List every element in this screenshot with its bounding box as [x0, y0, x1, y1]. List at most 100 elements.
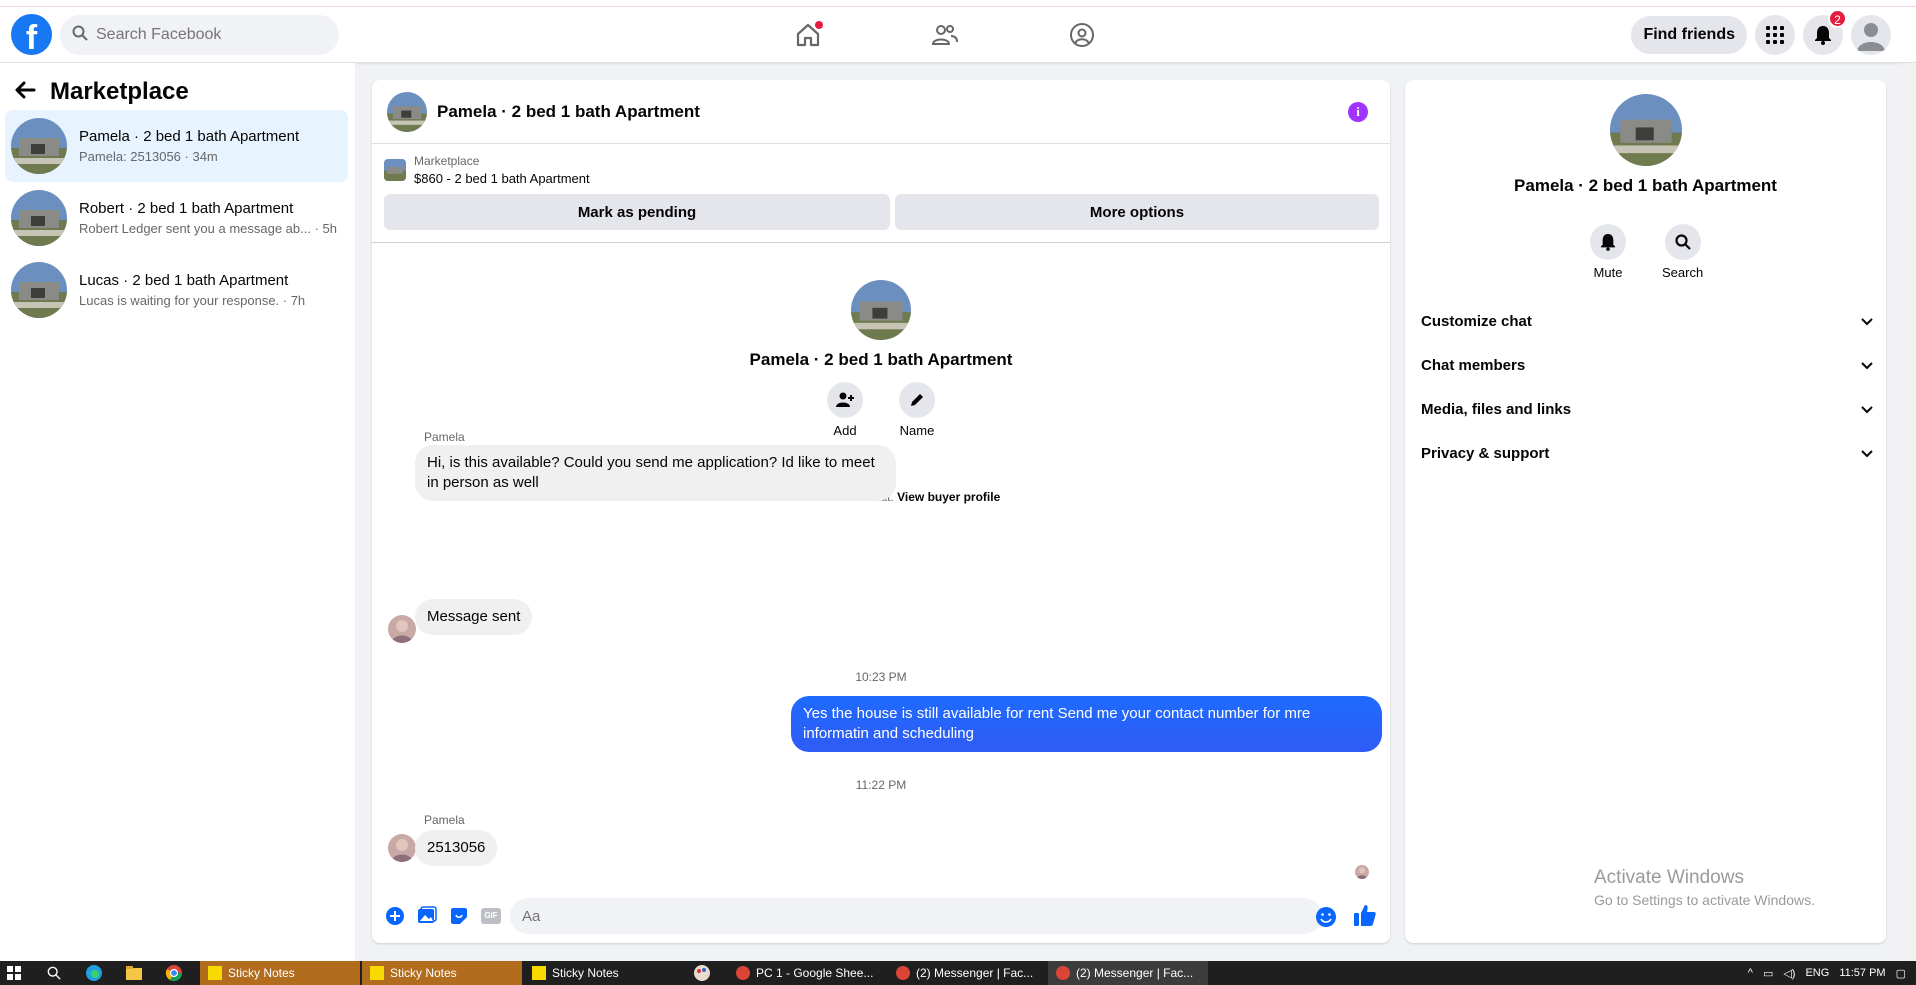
taskbar-app[interactable]: Sticky Notes	[524, 961, 684, 985]
incoming-message[interactable]: Message sent	[415, 599, 533, 635]
network-icon[interactable]: ▭	[1763, 967, 1773, 980]
top-navigation: f Find friends 2	[0, 7, 1916, 63]
notification-center-icon[interactable]: ▢	[1896, 967, 1906, 980]
intro-actions: Add Name	[372, 382, 1390, 438]
info-actions: Mute Search	[1590, 224, 1703, 280]
search-icon	[72, 25, 88, 46]
taskbar-app[interactable]: Sticky Notes	[200, 961, 360, 985]
name-label: Name	[899, 423, 935, 438]
paint-app-icon[interactable]	[688, 961, 716, 985]
listing-thumbnail	[11, 262, 67, 318]
message-timestamp: 11:22 PM	[855, 778, 907, 792]
page-scrollbar[interactable]	[1902, 63, 1916, 961]
home-icon[interactable]	[790, 19, 826, 51]
chat-thumbnail[interactable]	[387, 91, 427, 132]
emoji-icon[interactable]	[1315, 906, 1337, 933]
taskbar-app-label: (2) Messenger | Fac...	[1076, 966, 1194, 980]
taskbar-app[interactable]: Sticky Notes	[362, 961, 522, 985]
taskbar-app-label: PC 1 - Google Shee...	[756, 966, 874, 980]
chat-panel: Pamela · 2 bed 1 bath Apartment i Market…	[372, 80, 1390, 943]
sticky-notes-icon	[370, 966, 384, 980]
more-options-button[interactable]: More options	[895, 194, 1379, 230]
incoming-message[interactable]: Hi, is this available? Could you send me…	[415, 445, 896, 501]
gif-icon[interactable]: GIF	[476, 901, 506, 931]
chrome-icon	[736, 966, 750, 980]
message-sender-name: Pamela	[424, 813, 465, 827]
profile-avatar[interactable]	[1851, 15, 1891, 55]
sender-avatar[interactable]	[388, 615, 416, 643]
chrome-icon	[1056, 966, 1070, 980]
section-label: Chat members	[1421, 356, 1526, 374]
groups-icon[interactable]	[1064, 19, 1100, 51]
marketplace-sidebar: Marketplace Pamela · 2 bed 1 bath Apartm…	[0, 63, 355, 961]
conversation-title: Pamela · 2 bed 1 bath Apartment	[79, 128, 300, 145]
pencil-icon	[899, 382, 935, 418]
file-explorer-icon[interactable]	[120, 961, 148, 985]
facebook-logo-icon[interactable]: f	[11, 14, 52, 55]
taskbar-app[interactable]: PC 1 - Google Shee...	[728, 961, 888, 985]
privacy-support-section[interactable]: Privacy & support	[1421, 433, 1873, 473]
back-arrow-icon[interactable]	[14, 81, 36, 104]
outgoing-message[interactable]: Yes the house is still available for ren…	[791, 696, 1382, 752]
message-input[interactable]	[510, 898, 1322, 934]
mark-as-pending-button[interactable]: Mark as pending	[384, 194, 890, 230]
chevron-down-icon	[1861, 357, 1873, 374]
section-label: Privacy & support	[1421, 444, 1550, 462]
listing-thumbnail	[11, 118, 67, 174]
chat-intro: Pamela · 2 bed 1 bath Apartment Add Name	[372, 280, 1390, 438]
add-people-button[interactable]: Add	[827, 382, 863, 438]
listing-thumbnail	[11, 190, 67, 246]
media-files-links-section[interactable]: Media, files and links	[1421, 389, 1873, 429]
taskbar-app-label: (2) Messenger | Fac...	[916, 966, 1034, 980]
language-indicator[interactable]: ENG	[1805, 967, 1829, 979]
search-box[interactable]	[60, 15, 339, 55]
chevron-up-icon[interactable]: ^	[1748, 967, 1753, 979]
marketplace-label: Marketplace	[414, 154, 480, 168]
chat-title[interactable]: Pamela · 2 bed 1 bath Apartment	[437, 102, 700, 122]
conversation-item[interactable]: Pamela · 2 bed 1 bath Apartment Pamela: …	[5, 110, 348, 182]
chat-members-section[interactable]: Chat members	[1421, 345, 1873, 385]
message-timestamp: 10:23 PM	[855, 670, 907, 684]
search-input[interactable]	[96, 26, 316, 44]
chrome-icon[interactable]	[160, 961, 188, 985]
info-thumbnail	[1610, 94, 1682, 166]
taskbar-app-label: Sticky Notes	[390, 966, 457, 980]
mute-button[interactable]: Mute	[1590, 224, 1626, 280]
taskbar-app[interactable]: (2) Messenger | Fac...	[888, 961, 1048, 985]
sticker-icon[interactable]	[444, 901, 474, 931]
search-conversation-button[interactable]: Search	[1662, 224, 1703, 280]
taskbar-app-label: Sticky Notes	[552, 966, 619, 980]
magnifier-icon	[1664, 224, 1701, 260]
taskbar-app[interactable]: (2) Messenger | Fac...	[1048, 961, 1208, 985]
conversation-item[interactable]: Lucas · 2 bed 1 bath Apartment Lucas is …	[5, 254, 348, 326]
marketplace-listing-block: Marketplace $860 - 2 bed 1 bath Apartmen…	[372, 144, 1390, 243]
listing-summary[interactable]: Marketplace $860 - 2 bed 1 bath Apartmen…	[384, 154, 590, 186]
conversation-item[interactable]: Robert · 2 bed 1 bath Apartment Robert L…	[5, 182, 348, 254]
chrome-icon	[896, 966, 910, 980]
home-notification-dot	[815, 21, 823, 29]
info-icon[interactable]: i	[1348, 102, 1368, 122]
friends-icon[interactable]	[927, 19, 963, 51]
add-label: Add	[833, 423, 857, 438]
message-sender-name: Pamela	[424, 430, 465, 444]
sender-avatar[interactable]	[388, 834, 416, 862]
view-buyer-profile-link[interactable]: View buyer profile	[897, 490, 1000, 504]
listing-actions: Mark as pending More options	[384, 194, 1379, 230]
menu-grid-icon[interactable]	[1755, 15, 1795, 55]
photo-icon[interactable]	[412, 901, 442, 931]
incoming-message[interactable]: 2513056	[415, 830, 498, 866]
taskbar-search-icon[interactable]	[40, 961, 68, 985]
notifications-bell-icon[interactable]: 2	[1803, 9, 1847, 55]
intro-title: Pamela · 2 bed 1 bath Apartment	[749, 350, 1013, 369]
volume-icon[interactable]: ◁)	[1783, 967, 1795, 980]
find-friends-button[interactable]: Find friends	[1631, 16, 1747, 54]
customize-chat-section[interactable]: Customize chat	[1421, 301, 1873, 341]
conversation-title: Robert · 2 bed 1 bath Apartment	[79, 200, 294, 217]
plus-circle-icon[interactable]	[380, 901, 410, 931]
edge-browser-icon[interactable]	[80, 961, 108, 985]
thumbs-up-icon[interactable]	[1353, 903, 1377, 932]
windows-start-icon[interactable]	[0, 961, 28, 985]
name-chat-button[interactable]: Name	[899, 382, 935, 438]
clock[interactable]: 11:57 PM	[1839, 967, 1885, 979]
sticky-notes-icon	[532, 966, 546, 980]
